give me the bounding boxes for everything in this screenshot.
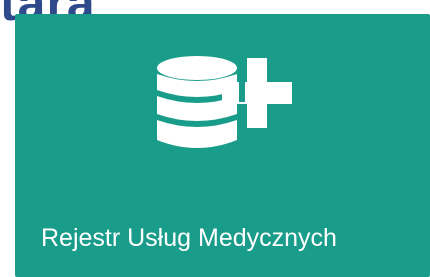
- tile-label: Rejestr Usług Medycznych: [41, 224, 337, 252]
- database-add-icon: [157, 54, 292, 148]
- rum-tile[interactable]: Rejestr Usług Medycznych: [15, 14, 430, 277]
- page: tara Rejestr Usług Medycznych: [0, 0, 430, 277]
